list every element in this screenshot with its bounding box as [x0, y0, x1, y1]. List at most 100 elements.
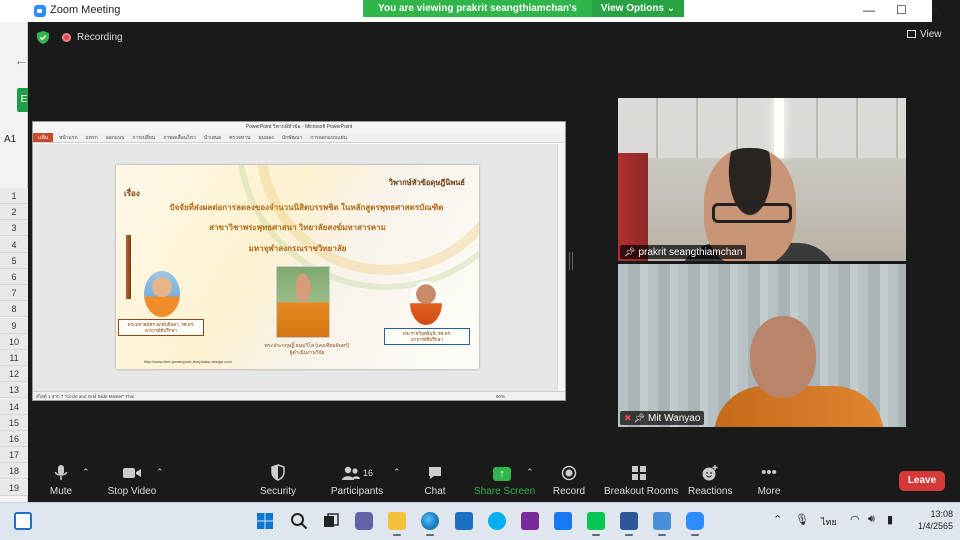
- row-number[interactable]: 19: [0, 479, 28, 496]
- onenote-icon[interactable]: [521, 512, 539, 530]
- row-number[interactable]: 3: [0, 220, 28, 237]
- ppt-ribbon-tab[interactable]: ตรวจทาน: [229, 135, 250, 141]
- ppt-zoom-level: 90%: [495, 394, 505, 399]
- speaker-icon[interactable]: 🔊︎: [868, 513, 875, 526]
- participants-button[interactable]: 16 Participants: [330, 464, 384, 497]
- reactions-button[interactable]: Reactions: [688, 464, 732, 497]
- ppt-ribbon-tab[interactable]: นำเสนอ: [204, 135, 221, 141]
- microphone-tray-icon[interactable]: 🎙︎: [795, 513, 809, 526]
- facebook-icon[interactable]: [554, 512, 572, 530]
- participant-name: prakrit seangthiamchan: [638, 247, 743, 258]
- ppt-ribbon-tab[interactable]: ภาพเคลื่อนไหว: [163, 135, 196, 141]
- row-number[interactable]: 4: [0, 236, 28, 253]
- ppt-ribbon-tabs[interactable]: หน้าแรก แทรก ออกแบบ การเปลี่ยน ภาพเคลื่อนไหว…: [59, 135, 355, 141]
- researcher-photo: [276, 266, 330, 338]
- view-layout-button[interactable]: View: [907, 29, 942, 40]
- minimize-button[interactable]: —: [863, 3, 875, 17]
- windows-start-icon[interactable]: [256, 512, 274, 530]
- row-number[interactable]: 9: [0, 317, 28, 334]
- layout-divider-handle[interactable]: [569, 252, 573, 270]
- video-tile-prakrit[interactable]: 📌︎ prakrit seangthiamchan: [618, 98, 906, 261]
- row-number[interactable]: 5: [0, 252, 28, 269]
- more-button[interactable]: ••• More: [756, 464, 782, 497]
- ppt-slide-canvas: วิพากษ์หัวข้อดุษฎีนิพนธ์ เรื่อง ปัจจัยที…: [33, 144, 559, 392]
- wifi-icon[interactable]: ◠: [850, 513, 860, 526]
- show-hidden-icons-chevron-icon[interactable]: ⌃: [773, 513, 782, 526]
- row-number[interactable]: 7: [0, 285, 28, 302]
- clock[interactable]: 13:08 1/4/2565: [918, 508, 953, 532]
- security-shield-icon[interactable]: [37, 31, 49, 44]
- share-screen-arrow-icon: ↑: [493, 467, 511, 481]
- participant-name-tag: ✖ 📌︎ Mit Wanyao: [620, 411, 705, 425]
- mute-button[interactable]: Mute: [44, 464, 78, 497]
- chat-button[interactable]: Chat: [423, 464, 447, 497]
- word-icon[interactable]: [620, 512, 638, 536]
- record-button[interactable]: Record: [551, 464, 587, 497]
- windows-taskbar: [0, 502, 960, 540]
- ppt-ribbon-tab[interactable]: การออกแบบแผ่น: [310, 135, 347, 141]
- smiley-plus-icon: [702, 465, 718, 481]
- row-number[interactable]: 1: [0, 188, 28, 204]
- zoom-taskbar-icon[interactable]: [686, 512, 704, 536]
- participant-name: Mit Wanyao: [647, 413, 701, 424]
- breakout-rooms-button[interactable]: Breakout Rooms: [604, 464, 679, 497]
- mic-muted-icon: ✖: [624, 413, 632, 423]
- language-indicator[interactable]: ไทย: [821, 515, 837, 529]
- row-number[interactable]: 8: [0, 301, 28, 318]
- task-view-icon[interactable]: [322, 512, 340, 530]
- share-screen-button[interactable]: ↑ Share Screen: [474, 464, 535, 497]
- security-button[interactable]: Security: [258, 464, 298, 497]
- audio-options-chevron-icon[interactable]: ⌃: [82, 467, 90, 478]
- video-tile-mit[interactable]: ✖ 📌︎ Mit Wanyao: [618, 264, 906, 427]
- row-number[interactable]: 13: [0, 382, 28, 399]
- row-number[interactable]: 17: [0, 447, 28, 464]
- close-button[interactable]: ✕: [931, 3, 941, 17]
- row-number[interactable]: 6: [0, 269, 28, 285]
- row-number[interactable]: 12: [0, 366, 28, 383]
- ppt-ribbon-tab[interactable]: มุมมอง: [258, 135, 273, 141]
- file-explorer-icon[interactable]: [388, 512, 406, 536]
- ppt-ribbon-tab[interactable]: แทรก: [86, 135, 98, 141]
- row-number[interactable]: 2: [0, 204, 28, 221]
- row-number[interactable]: 14: [0, 398, 28, 415]
- slide-title-line-1: ปัจจัยที่ส่งผลต่อการลดลงของจำนวนนิสิตบรร…: [169, 203, 444, 212]
- stop-video-button[interactable]: Stop Video: [104, 464, 160, 497]
- ppt-file-tab[interactable]: แฟ้ม: [33, 133, 54, 142]
- row-number[interactable]: 18: [0, 463, 28, 480]
- view-options-button[interactable]: View Options ⌄: [592, 0, 684, 17]
- search-icon[interactable]: [290, 512, 308, 530]
- ppt-ribbon-tab[interactable]: นักพัฒนา: [282, 135, 302, 141]
- line-messenger-icon[interactable]: [587, 512, 605, 536]
- slide-header: วิพากษ์หัวข้อดุษฎีนิพนธ์: [388, 178, 465, 187]
- mail-icon[interactable]: [455, 512, 473, 530]
- row-number[interactable]: 10: [0, 333, 28, 350]
- ppt-ribbon-tab[interactable]: การเปลี่ยน: [132, 135, 155, 141]
- share-options-chevron-icon[interactable]: ⌃: [526, 467, 534, 478]
- ppt-statusbar: สไลด์ 1 จาก 7 "Circle and Grid Slide Mas…: [33, 391, 565, 400]
- leave-meeting-button[interactable]: Leave: [899, 471, 945, 491]
- edge-browser-icon[interactable]: [421, 512, 439, 536]
- row-number[interactable]: 16: [0, 431, 28, 447]
- participant-figure: [750, 316, 816, 398]
- maximize-button[interactable]: ☐: [896, 3, 907, 17]
- teams-chat-icon[interactable]: [355, 512, 373, 530]
- template-url: http://www.free-powerpoint-templates-des…: [144, 359, 232, 364]
- ppt-titlebar: PowerPoint วิพากษ์หัวข้อ - Microsoft Pow…: [33, 122, 565, 133]
- participants-options-chevron-icon[interactable]: ⌃: [393, 467, 401, 478]
- row-number[interactable]: 11: [0, 350, 28, 366]
- advisor-2-role: อาจารย์ที่ปรึกษา: [411, 337, 443, 342]
- more-dots-icon: •••: [761, 464, 777, 481]
- breakout-rooms-label: Breakout Rooms: [604, 486, 679, 497]
- row-number[interactable]: 15: [0, 414, 28, 431]
- ppt-ribbon-tab[interactable]: หน้าแรก: [59, 135, 77, 141]
- ppt-ribbon: แฟ้ม หน้าแรก แทรก ออกแบบ การเปลี่ยน ภาพเคลื่อ…: [33, 133, 565, 143]
- photos-icon[interactable]: [653, 512, 671, 536]
- battery-icon[interactable]: ▮: [887, 513, 893, 526]
- ppt-vertical-scrollbar[interactable]: [557, 144, 565, 392]
- shared-screen-powerpoint[interactable]: PowerPoint วิพากษ์หัวข้อ - Microsoft Pow…: [32, 121, 566, 401]
- recording-status: Recording: [77, 32, 123, 43]
- video-options-chevron-icon[interactable]: ⌃: [156, 467, 164, 478]
- widgets-icon[interactable]: [14, 512, 32, 530]
- skype-icon[interactable]: [488, 512, 506, 530]
- ppt-ribbon-tab[interactable]: ออกแบบ: [106, 135, 125, 141]
